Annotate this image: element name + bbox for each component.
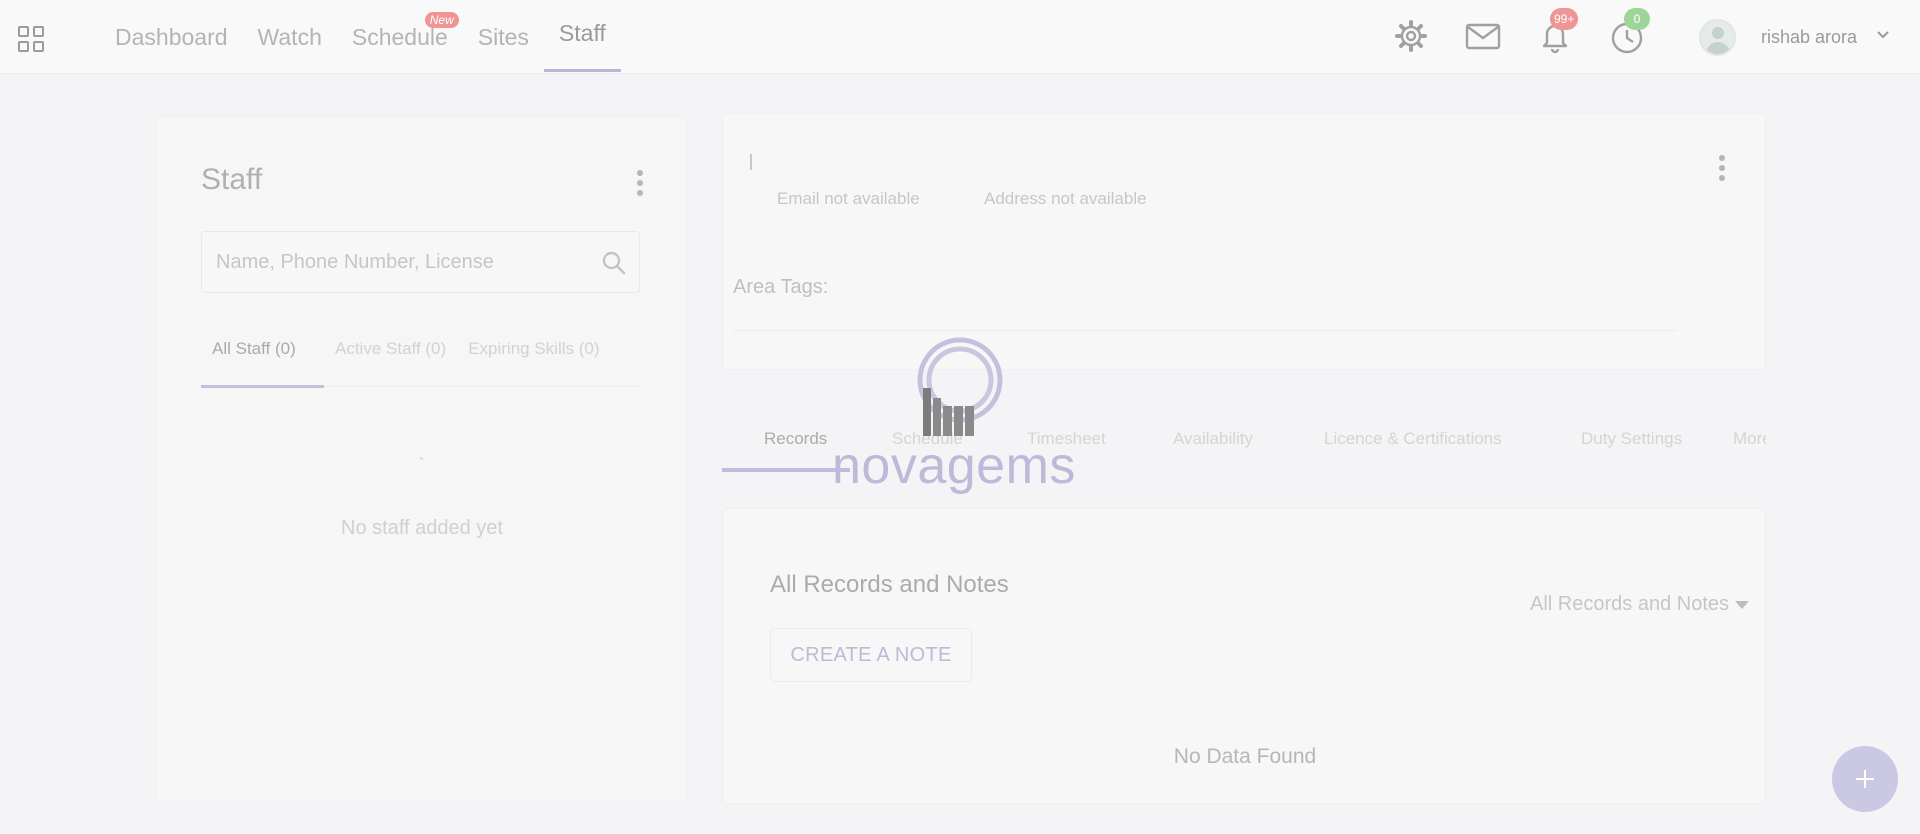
records-card: All Records and Notes All Records and No… xyxy=(722,508,1766,804)
user-name[interactable]: rishab arora xyxy=(1761,27,1857,48)
area-tags-label: Area Tags: xyxy=(733,276,829,298)
chevron-down-icon[interactable] xyxy=(1876,28,1890,42)
tab-active-staff[interactable]: Active Staff (0) xyxy=(324,329,457,387)
loader-logo-icon xyxy=(917,337,1003,436)
more-options-icon[interactable] xyxy=(1718,155,1726,181)
nav-schedule[interactable]: Schedule New xyxy=(337,0,463,74)
more-options-icon[interactable] xyxy=(636,170,644,196)
staff-search xyxy=(201,231,640,293)
staff-tabs: All Staff (0) Active Staff (0) Expiring … xyxy=(201,329,640,388)
add-fab-button[interactable] xyxy=(1832,746,1898,812)
gear-icon[interactable] xyxy=(1391,16,1431,56)
loading-spinner: novagems xyxy=(830,332,1094,502)
plus-icon-vertical xyxy=(1864,770,1866,788)
nav-staff[interactable]: Staff xyxy=(543,0,621,74)
nav-sites[interactable]: Sites xyxy=(463,0,544,74)
tab-all-staff[interactable]: All Staff (0) xyxy=(201,329,324,388)
create-note-button[interactable]: CREATE A NOTE xyxy=(770,628,972,682)
tab-licence-certifications[interactable]: Licence & Certifications xyxy=(1324,429,1502,449)
divider xyxy=(733,330,1677,331)
loader-brand-text: novagems xyxy=(832,437,1076,495)
mail-icon[interactable] xyxy=(1463,16,1503,56)
main-nav: Dashboard Watch Schedule New Sites Staff xyxy=(100,0,621,74)
tab-more[interactable]: More xyxy=(1733,429,1766,449)
no-data-text: No Data Found xyxy=(1173,745,1317,768)
page-title: Staff xyxy=(201,163,263,196)
empty-state-dot xyxy=(420,457,423,460)
nav-watch[interactable]: Watch xyxy=(243,0,337,74)
timer-count-badge: 0 xyxy=(1624,8,1650,30)
new-badge: New xyxy=(424,12,459,28)
address-text: Address not available xyxy=(984,189,1147,208)
tab-expiring-skills[interactable]: Expiring Skills (0) xyxy=(457,329,610,387)
apps-grid-icon[interactable] xyxy=(18,26,44,52)
records-title: All Records and Notes xyxy=(770,571,1009,598)
search-input[interactable] xyxy=(216,232,586,292)
notification-count-badge: 99+ xyxy=(1550,8,1579,30)
top-bar: Dashboard Watch Schedule New Sites Staff xyxy=(0,0,1920,74)
tab-records[interactable]: Records xyxy=(764,429,827,449)
search-icon[interactable] xyxy=(601,250,627,276)
records-filter-value: All Records and Notes xyxy=(1530,593,1729,615)
text-cursor xyxy=(750,154,752,170)
tab-availability[interactable]: Availability xyxy=(1173,429,1253,449)
avatar[interactable] xyxy=(1699,19,1736,56)
nav-dashboard[interactable]: Dashboard xyxy=(100,0,243,74)
empty-state-text: No staff added yet xyxy=(341,517,503,539)
records-filter-select[interactable]: All Records and Notes xyxy=(1530,593,1749,616)
staff-panel: Staff All Staff (0) Active Staff (0) Exp… xyxy=(155,116,687,802)
caret-down-icon xyxy=(1735,600,1749,609)
email-text: Email not available xyxy=(777,189,920,208)
tab-duty-settings[interactable]: Duty Settings xyxy=(1581,429,1682,449)
